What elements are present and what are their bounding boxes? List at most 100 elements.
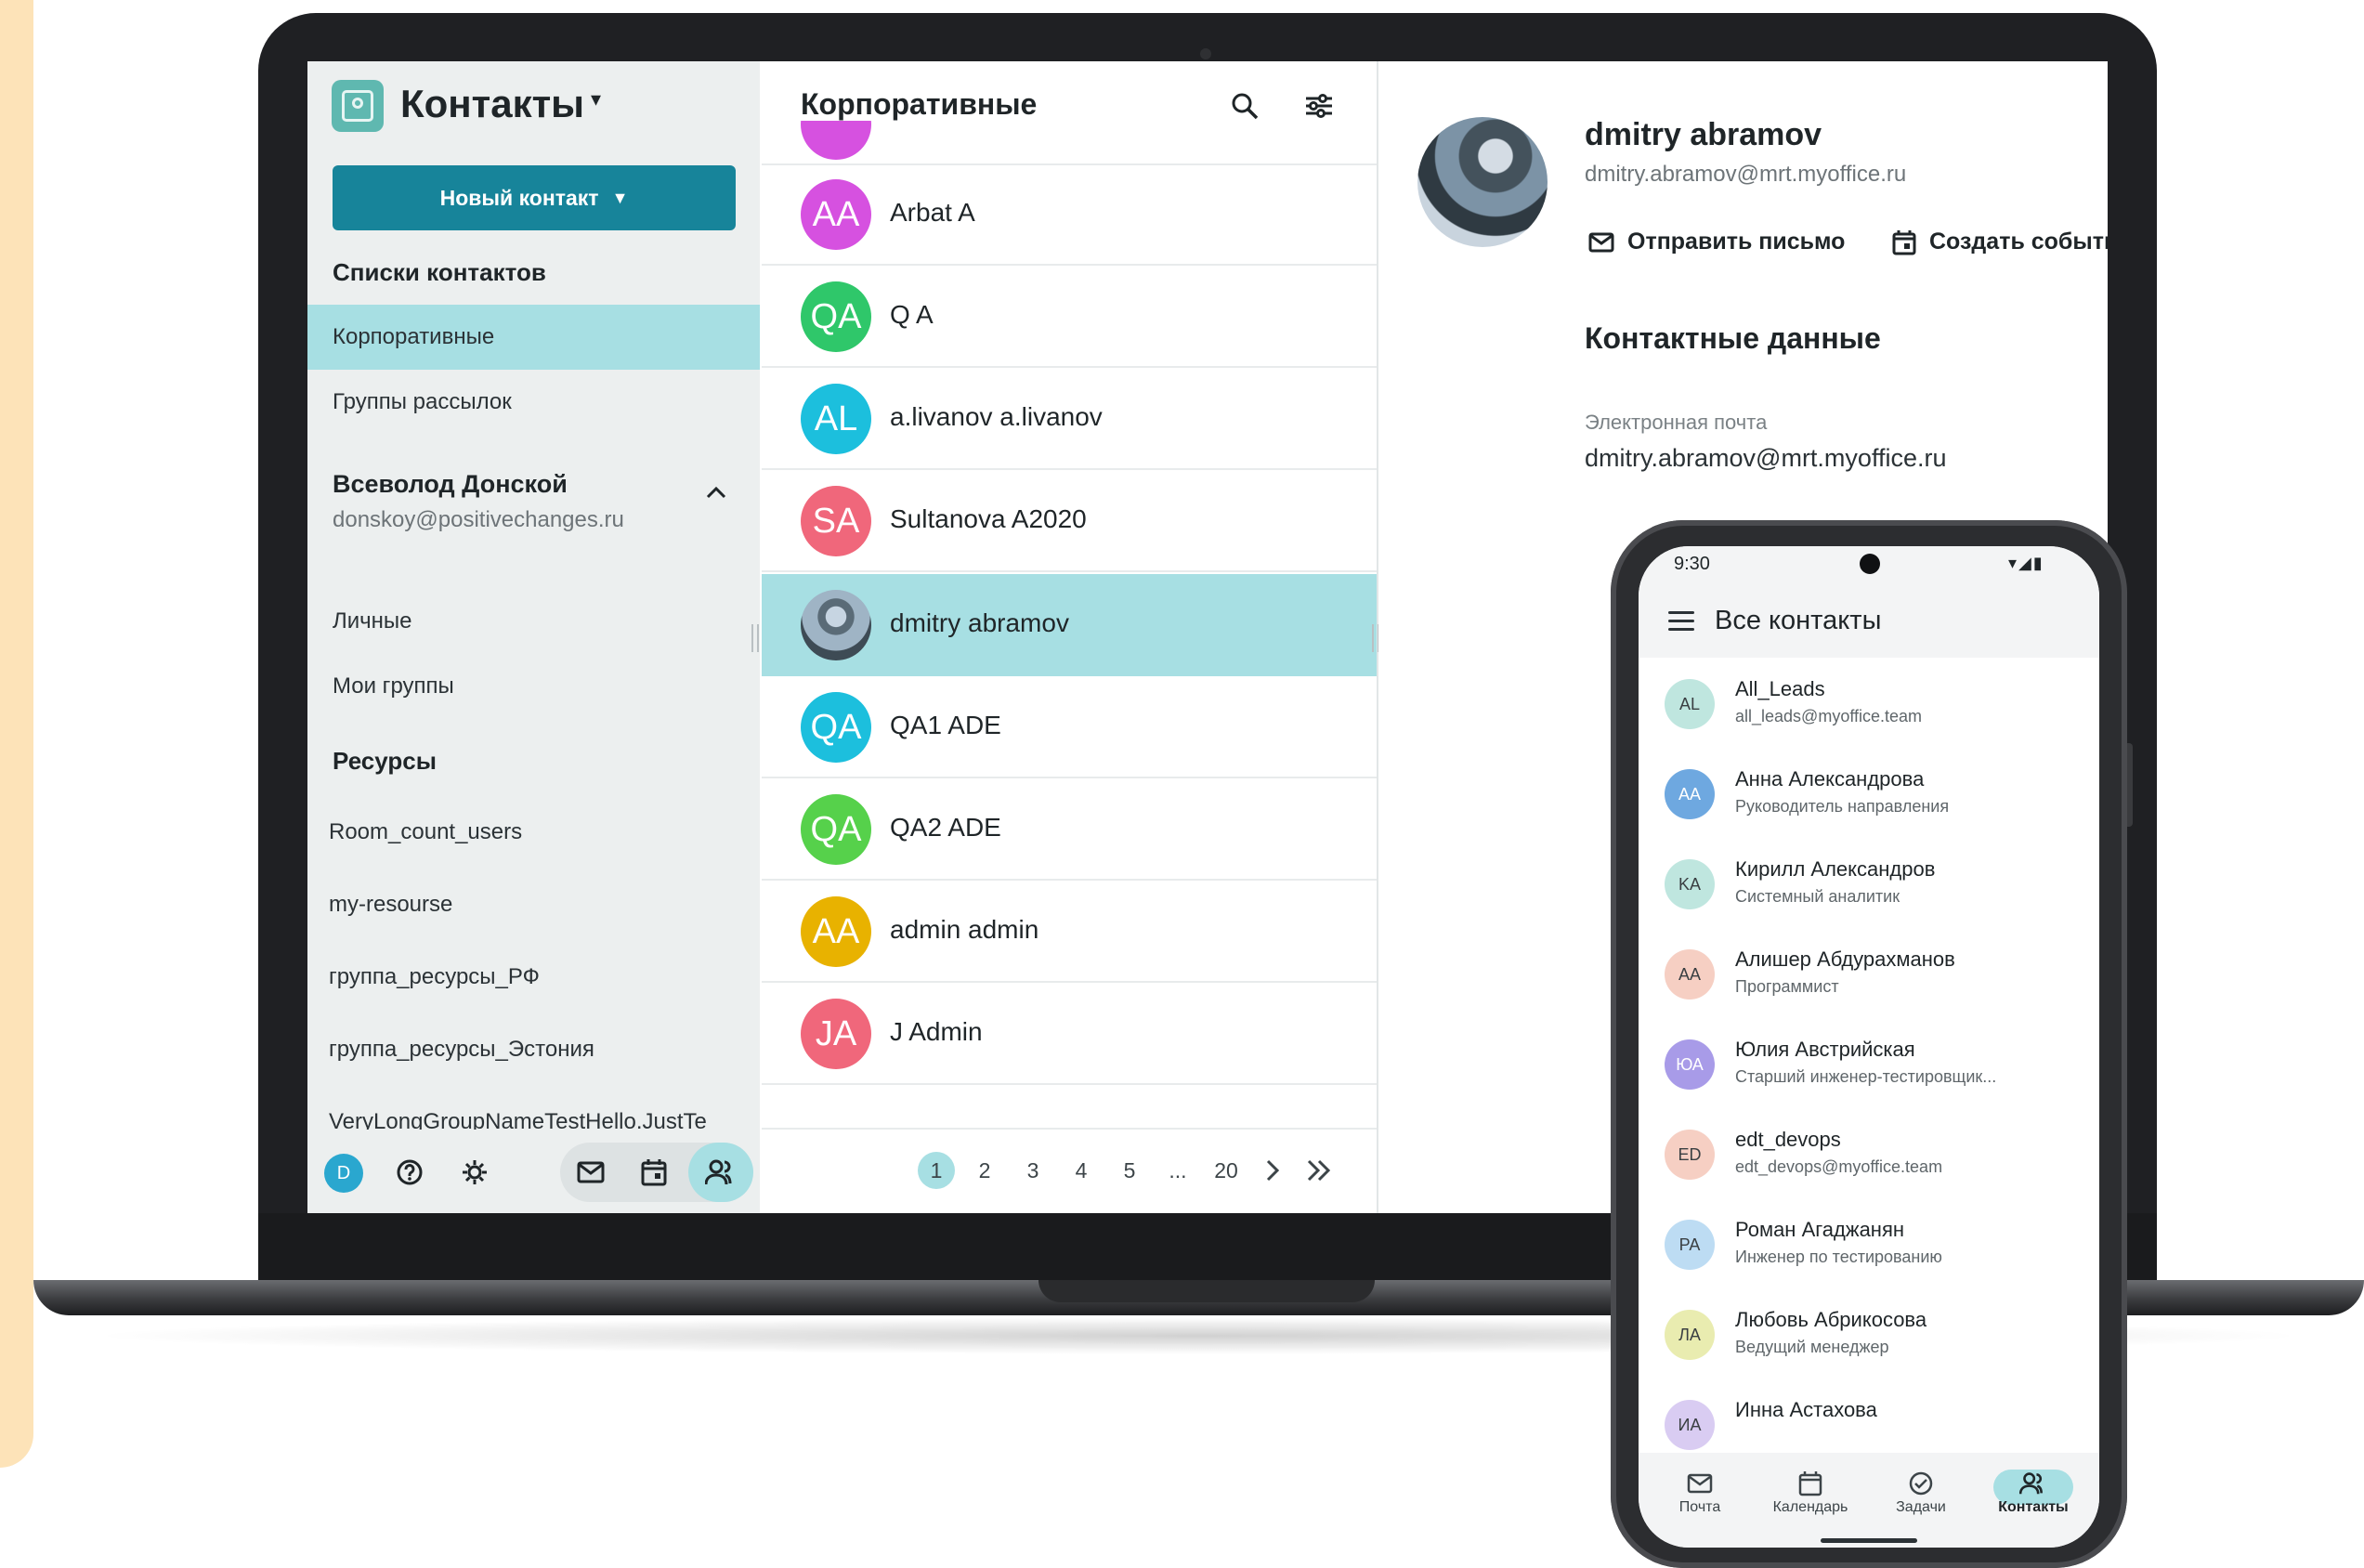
list-item[interactable]: AL All_Leads all_leads@myoffice.team [1639, 658, 2099, 748]
sidebar-item-label: Группы рассылок [333, 389, 512, 414]
contact-subtitle: Ведущий менеджер [1735, 1338, 1889, 1356]
contact-avatar: AA [801, 179, 871, 250]
home-indicator [1821, 1538, 1917, 1543]
page-button[interactable]: 4 [1063, 1152, 1100, 1189]
nav-calendar[interactable]: Календарь [1764, 1468, 1857, 1516]
page-button-current[interactable]: 1 [918, 1152, 955, 1189]
sidebar-item-corporate[interactable]: Корпоративные [307, 305, 760, 370]
resource-item[interactable]: my-resourse [329, 892, 452, 918]
contact-row[interactable]: AL a.livanov a.livanov [762, 368, 1377, 470]
contact-avatar: ED [1665, 1130, 1715, 1180]
sidebar-item-my-groups[interactable]: Мои группы [307, 654, 760, 719]
filter-icon[interactable] [1300, 87, 1338, 124]
list-item[interactable]: AA Анна Александрова Руководитель направ… [1639, 748, 2099, 838]
create-event-button[interactable]: Создать событие [1892, 229, 2108, 255]
contact-row[interactable]: QA QA2 ADE [762, 778, 1377, 881]
signal-battery-icon: ▾◢▮ [2008, 554, 2044, 572]
contact-subtitle: Инженер по тестированию [1735, 1248, 1942, 1266]
contact-avatar: AA [1665, 949, 1715, 1000]
contacts-icon[interactable] [700, 1152, 741, 1193]
double-chevron-right-icon[interactable] [1300, 1152, 1338, 1189]
contact-avatar: AA [801, 896, 871, 967]
help-icon[interactable] [389, 1152, 430, 1193]
contact-avatar: QA [801, 281, 871, 352]
contact-name: Анна Александрова [1735, 767, 1925, 791]
resize-handle[interactable] [751, 624, 759, 652]
contact-name: admin admin [890, 915, 1039, 944]
nav-label: Почта [1678, 1499, 1721, 1515]
contact-name: Arbat A [890, 198, 975, 227]
contact-name: QA2 ADE [890, 813, 1001, 842]
page-button[interactable]: 5 [1111, 1152, 1148, 1189]
phone-side-button [2127, 743, 2133, 827]
new-contact-label: Новый контакт [439, 185, 599, 210]
list-item[interactable]: PA Роман Агаджанян Инженер по тестирован… [1639, 1198, 2099, 1288]
nav-label: Календарь [1772, 1499, 1848, 1515]
contact-avatar: ЮА [1665, 1039, 1715, 1090]
calendar-icon[interactable] [633, 1152, 674, 1193]
contact-name: All_Leads [1735, 677, 1825, 700]
sidebar-item-personal[interactable]: Личные [307, 589, 760, 654]
contact-avatar: JA [801, 999, 871, 1069]
send-email-button[interactable]: Отправить письмо [1588, 229, 1845, 255]
contact-row[interactable]: AA Arbat A [762, 163, 1377, 266]
status-bar: 9:30 ▾◢▮ [1639, 546, 2099, 587]
mobile-app-screen: 9:30 ▾◢▮ Все контакты AL All_Leads all_l… [1639, 546, 2099, 1548]
gear-icon[interactable] [454, 1152, 495, 1193]
account-name[interactable]: Всеволод Донской [333, 470, 568, 499]
list-item[interactable]: KA Кирилл Александров Системный аналитик [1639, 838, 2099, 928]
contact-row[interactable]: QA Q A [762, 266, 1377, 368]
list-item[interactable]: AA Алишер Абдурахманов Программист [1639, 928, 2099, 1018]
contact-row[interactable]: SA Sultanova A2020 [762, 470, 1377, 572]
nav-contacts[interactable]: Контакты [1987, 1468, 2080, 1516]
chevron-right-icon[interactable] [1254, 1152, 1291, 1189]
detail-email[interactable]: dmitry.abramov@mrt.myoffice.ru [1585, 162, 1906, 188]
contact-row[interactable]: QA QA1 ADE [762, 676, 1377, 778]
contact-subtitle: all_leads@myoffice.team [1735, 707, 1923, 725]
laptop-notch [1038, 1280, 1375, 1302]
user-avatar[interactable]: D [324, 1154, 363, 1193]
contact-name: Роман Агаджанян [1735, 1218, 1905, 1241]
contact-row-selected[interactable]: dmitry abramov [762, 574, 1377, 676]
collapse-chevron-icon[interactable] [705, 477, 727, 506]
list-item[interactable]: ЮА Юлия Австрийская Старший инженер-тест… [1639, 1018, 2099, 1108]
list-item[interactable]: ЛА Любовь Абрикосова Ведущий менеджер [1639, 1288, 2099, 1379]
list-item[interactable]: ED edt_devops edt_devops@myoffice.team [1639, 1108, 2099, 1198]
page-button[interactable]: 3 [1014, 1152, 1051, 1189]
sidebar-item-mailing-groups[interactable]: Группы рассылок [307, 370, 760, 435]
nav-tasks[interactable]: Задачи [1874, 1468, 1967, 1516]
contact-name: dmitry abramov [890, 608, 1069, 637]
contact-photo-large [1417, 117, 1548, 247]
app-switcher-caret-icon[interactable]: ▾ [591, 87, 601, 111]
contact-name: edt_devops [1735, 1128, 1841, 1151]
chevron-down-icon: ▼ [611, 188, 629, 207]
resource-item[interactable]: Room_count_users [329, 819, 522, 845]
contact-row[interactable]: AA admin admin [762, 881, 1377, 983]
mobile-app-bar: Все контакты [1639, 587, 2099, 658]
status-time: 9:30 [1674, 554, 1710, 574]
nav-mail[interactable]: Почта [1653, 1468, 1746, 1516]
new-contact-button[interactable]: Новый контакт ▼ [333, 165, 736, 230]
search-icon[interactable] [1226, 87, 1263, 124]
page-button[interactable]: 2 [966, 1152, 1003, 1189]
menu-icon[interactable] [1668, 611, 1694, 632]
nav-label: Контакты [1998, 1499, 2069, 1515]
front-camera [1860, 554, 1880, 574]
email-value[interactable]: dmitry.abramov@mrt.myoffice.ru [1585, 444, 1946, 473]
contact-name: Q A [890, 300, 934, 329]
sidebar-footer: D [307, 1130, 760, 1213]
contact-row[interactable]: JA J Admin [762, 983, 1377, 1085]
contact-row-partial[interactable] [762, 121, 1377, 165]
app-title[interactable]: Контакты [400, 82, 584, 126]
resource-item[interactable]: группа_ресурсы_РФ [329, 964, 540, 990]
contact-photo [801, 590, 871, 660]
page-ellipsis: ... [1169, 1157, 1187, 1183]
resource-item[interactable]: группа_ресурсы_Эстония [329, 1037, 594, 1063]
page-button[interactable]: 20 [1208, 1152, 1245, 1189]
contact-avatar: AL [801, 384, 871, 454]
contact-avatar: KA [1665, 859, 1715, 909]
contact-name: J Admin [890, 1017, 983, 1046]
mail-icon [1653, 1468, 1746, 1499]
contact-name: Юлия Австрийская [1735, 1038, 1915, 1061]
mail-icon[interactable] [570, 1152, 611, 1193]
